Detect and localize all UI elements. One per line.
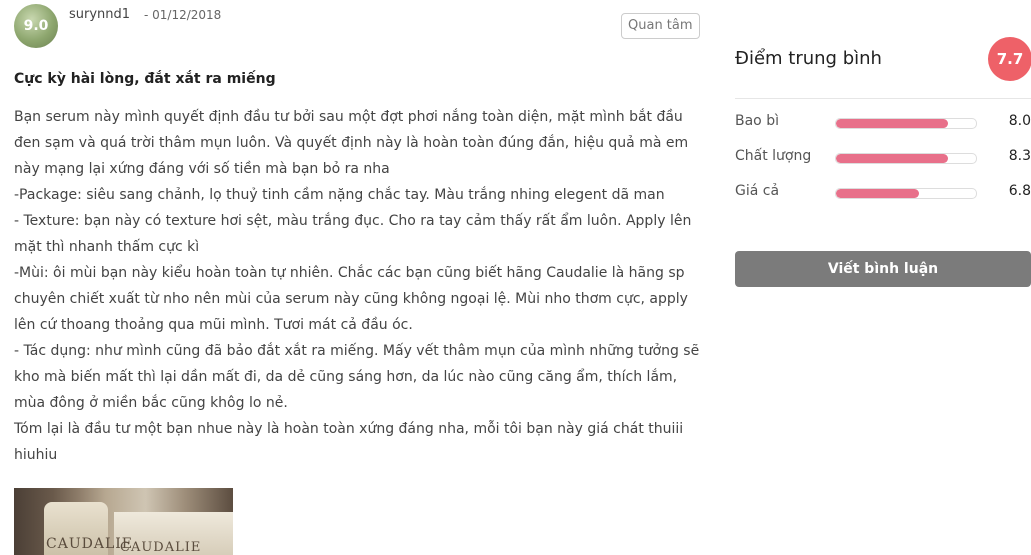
review-body: Bạn serum này mình quyết định đầu tư bởi… xyxy=(14,104,704,468)
rating-label: Chất lượng xyxy=(735,148,812,164)
rating-bar xyxy=(835,188,977,199)
average-title: Điểm trung bình xyxy=(735,48,882,69)
rating-bar-fill xyxy=(836,189,919,198)
username[interactable]: surynnd1 xyxy=(69,7,130,22)
rating-bar xyxy=(835,118,977,129)
review-paragraph: Tóm lại là đầu tư một bạn nhue này là ho… xyxy=(14,421,684,463)
rating-value: 6.8 xyxy=(1008,183,1031,199)
average-score-badge: 7.7 xyxy=(988,37,1031,81)
avatar-score: 9.0 xyxy=(23,18,49,34)
follow-button[interactable]: Quan tâm xyxy=(621,13,700,39)
review-paragraph: -Mùi: ôi mùi bạn này kiểu hoàn toàn tự n… xyxy=(14,265,688,333)
rating-label: Giá cả xyxy=(735,183,780,199)
rating-row-quality: Chất lượng 8.3 xyxy=(735,148,1031,168)
review-paragraph: - Texture: bạn này có texture hơi sệt, m… xyxy=(14,213,692,255)
write-review-button[interactable]: Viết bình luận xyxy=(735,251,1031,287)
review-paragraph: -Package: siêu sang chảnh, lọ thuỷ tinh … xyxy=(14,187,665,203)
review-date: - 01/12/2018 xyxy=(144,8,222,22)
review-photo[interactable]: CAUDALIE CAUDALIE xyxy=(14,488,233,555)
avatar[interactable]: 9.0 xyxy=(14,4,58,48)
rating-row-price: Giá cả 6.8 xyxy=(735,183,1031,203)
review-title: Cực kỳ hài lòng, đắt xắt ra miếng xyxy=(14,71,276,87)
review-paragraph: - Tác dụng: như mình cũng đã bảo đắt xắt… xyxy=(14,343,700,411)
photo-brand-label: CAUDALIE xyxy=(120,540,202,555)
rating-bar xyxy=(835,153,977,164)
rating-bar-fill xyxy=(836,154,948,163)
rating-row-packaging: Bao bì 8.0 xyxy=(735,113,1031,133)
rating-label: Bao bì xyxy=(735,113,779,129)
review-paragraph: Bạn serum này mình quyết định đầu tư bởi… xyxy=(14,109,689,177)
rating-summary: Điểm trung bình 7.7 Bao bì 8.0 Chất lượn… xyxy=(735,0,1031,555)
rating-bar-fill xyxy=(836,119,948,128)
rating-value: 8.0 xyxy=(1008,113,1031,129)
review-card: 9.0 surynnd1 - 01/12/2018 Quan tâm Cực k… xyxy=(0,0,715,555)
divider xyxy=(735,98,1031,99)
rating-value: 8.3 xyxy=(1008,148,1031,164)
